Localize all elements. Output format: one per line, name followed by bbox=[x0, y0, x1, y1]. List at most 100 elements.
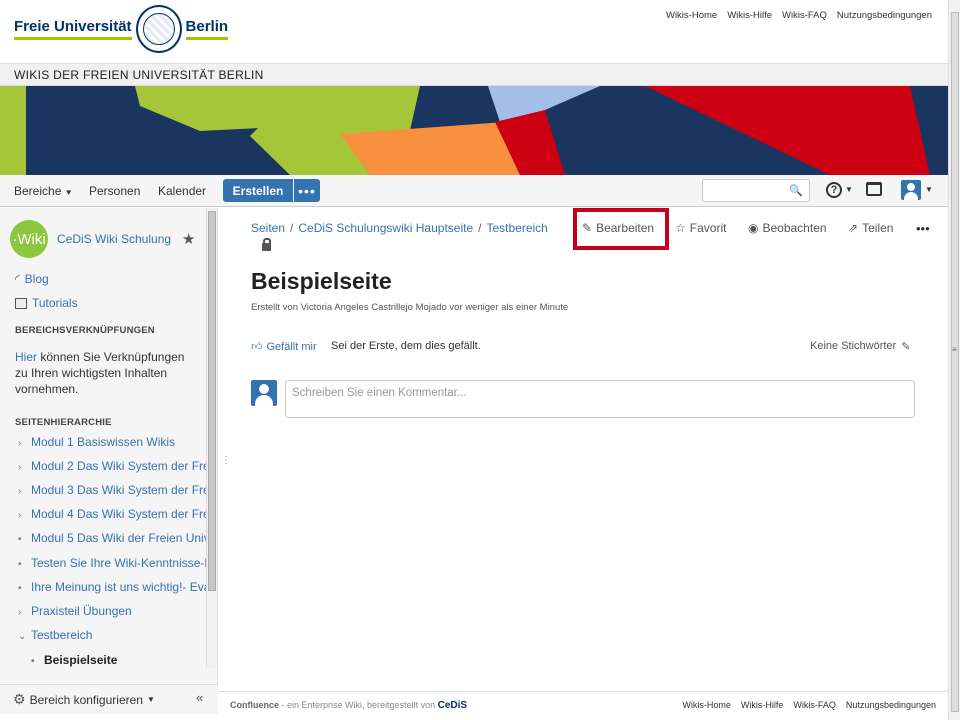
configure-space-label: Bereich konfigurieren bbox=[29, 692, 143, 707]
nav-spaces[interactable]: Bereiche ▼ bbox=[14, 184, 73, 198]
comment-input[interactable]: Schreiben Sie einen Kommentar... bbox=[285, 380, 915, 418]
create-more-button[interactable]: ••• bbox=[294, 179, 320, 202]
sidebar-scrollbar[interactable] bbox=[206, 208, 217, 668]
tree-item-label: Modul 2 Das Wiki System der Freien Unive… bbox=[31, 459, 206, 473]
favorite-button[interactable]: ☆ Favorit bbox=[675, 221, 726, 235]
share-button[interactable]: ⇗ Teilen bbox=[848, 221, 893, 235]
tree-item-label: Praxisteil Übungen bbox=[31, 604, 132, 618]
bullet-icon: • bbox=[31, 656, 35, 667]
tree-item[interactable]: › Modul 1 Basiswissen Wikis bbox=[18, 435, 206, 449]
tree-item[interactable]: • Ihre Meinung ist uns wichtig!- Evaluati… bbox=[18, 580, 206, 594]
window-scrollbar-thumb[interactable] bbox=[951, 12, 959, 712]
sidebar-item-label: Tutorials bbox=[32, 296, 78, 310]
footer-brand[interactable]: Confluence bbox=[230, 700, 279, 710]
bullet-icon: • bbox=[18, 534, 22, 545]
chevron-right-icon[interactable]: › bbox=[18, 438, 31, 449]
star-icon[interactable]: ★ bbox=[182, 230, 195, 248]
top-link-terms[interactable]: Nutzungsbedingungen bbox=[837, 10, 932, 21]
tree-item-label: Modul 4 Das Wiki System der Freien Unive… bbox=[31, 507, 206, 521]
like-button[interactable]: 👍︎ Gefällt mir bbox=[251, 340, 317, 354]
space-name-link[interactable]: CeDiS Wiki Schulung bbox=[57, 232, 171, 246]
tree-item-current[interactable]: • Beispielseite bbox=[31, 653, 219, 667]
tree-item[interactable]: ›Modul 2 Das Wiki System der Freien Univ… bbox=[18, 459, 206, 473]
footer-link-terms[interactable]: Nutzungsbedingungen bbox=[846, 700, 936, 710]
bullet-icon: • bbox=[18, 559, 22, 570]
comment-avatar bbox=[251, 380, 277, 406]
top-link-faq[interactable]: Wikis-FAQ bbox=[782, 10, 827, 21]
tree-item[interactable]: › Praxisteil Übungen bbox=[18, 604, 206, 618]
site-header: Freie Universität Berlin Wikis-Home Wiki… bbox=[0, 0, 948, 63]
shortcuts-hint-link[interactable]: Hier bbox=[15, 350, 37, 364]
tree-item[interactable]: • Testen Sie Ihre Wiki-Kenntnisse-NEU bbox=[18, 556, 206, 570]
page-tree-heading: SEITENHIERARCHIE bbox=[15, 417, 112, 428]
gear-icon: ⚙ bbox=[13, 691, 26, 707]
window-scrollbar[interactable]: ≡ bbox=[948, 0, 960, 720]
create-button[interactable]: Erstellen bbox=[223, 179, 293, 202]
tree-item-label: Modul 3 Das Wiki System der Freien Unive… bbox=[31, 483, 206, 497]
search-icon: 🔍 bbox=[789, 185, 803, 197]
pencil-icon: ✎ bbox=[901, 341, 911, 353]
fu-logo[interactable]: Freie Universität Berlin bbox=[14, 3, 229, 55]
configure-space-button[interactable]: ⚙ Bereich konfigurieren ▼ bbox=[13, 691, 155, 708]
edit-button[interactable]: ✎ Bearbeiten bbox=[582, 221, 654, 235]
share-label: Teilen bbox=[862, 221, 894, 235]
footer-link-home[interactable]: Wikis-Home bbox=[682, 700, 731, 710]
footer-links: Wikis-Home Wikis-Hilfe Wikis-FAQ Nutzung… bbox=[682, 700, 936, 710]
eye-icon: ◉ bbox=[748, 221, 759, 235]
shortcuts-hint: Hier können Sie Verknüpfungen zu Ihren w… bbox=[15, 349, 195, 397]
chevron-down-icon[interactable]: ⌄ bbox=[18, 631, 31, 642]
tree-item-expanded[interactable]: ⌄ Testbereich bbox=[18, 628, 206, 642]
tree-item-label: Testen Sie Ihre Wiki-Kenntnisse-NEU bbox=[31, 556, 206, 570]
breadcrumb-separator: / bbox=[290, 221, 294, 235]
space-logo[interactable]: ·Wiki bbox=[10, 220, 48, 258]
footer-provider-logo[interactable]: CeDiS bbox=[438, 700, 467, 711]
footer-link-help[interactable]: Wikis-Hilfe bbox=[741, 700, 784, 710]
labels-area[interactable]: Keine Stichwörter ✎ bbox=[810, 340, 910, 353]
user-avatar[interactable] bbox=[901, 180, 921, 200]
tree-item[interactable]: ›Modul 4 Das Wiki System der Freien Univ… bbox=[18, 507, 206, 521]
chevron-right-icon[interactable]: › bbox=[18, 510, 31, 521]
shortcuts-hint-text: können Sie Verknüpfungen zu Ihren wichti… bbox=[15, 350, 185, 396]
breadcrumb-item[interactable]: Testbereich bbox=[486, 221, 547, 235]
top-link-home[interactable]: Wikis-Home bbox=[666, 10, 717, 21]
breadcrumb-item[interactable]: CeDiS Schulungswiki Hauptseite bbox=[298, 221, 473, 235]
breadcrumb-item[interactable]: Seiten bbox=[251, 221, 285, 235]
pencil-icon: ✎ bbox=[582, 221, 593, 235]
sidebar-item-blog[interactable]: ◜ Blog bbox=[15, 272, 49, 286]
bullet-icon: • bbox=[18, 583, 22, 594]
sidebar-scrollbar-thumb[interactable] bbox=[208, 211, 216, 591]
wiki-title[interactable]: WIKIS DER FREIEN UNIVERSITÄT BERLIN bbox=[14, 68, 264, 82]
sidebar-item-tutorials[interactable]: Tutorials bbox=[15, 296, 78, 310]
inbox-icon[interactable] bbox=[866, 182, 882, 196]
breadcrumb: Seiten / CeDiS Schulungswiki Hauptseite … bbox=[251, 221, 548, 235]
help-icon[interactable]: ? bbox=[826, 181, 842, 198]
more-actions-button[interactable]: ••• bbox=[916, 221, 930, 236]
share-icon: ⇗ bbox=[848, 221, 859, 235]
user-chevron-icon: ▼ bbox=[925, 185, 933, 194]
search-input[interactable]: 🔍 bbox=[702, 179, 810, 202]
chevron-right-icon[interactable]: › bbox=[18, 486, 31, 497]
sidebar-resize-handle[interactable]: ⋮ bbox=[221, 455, 231, 466]
favorite-label: Favorit bbox=[689, 221, 727, 235]
nav-people[interactable]: Personen bbox=[89, 184, 140, 198]
like-label: Gefällt mir bbox=[266, 340, 317, 353]
sidebar-item-label: Blog bbox=[24, 272, 49, 286]
help-label: ? bbox=[826, 182, 842, 198]
nav-calendar[interactable]: Kalender bbox=[158, 184, 206, 198]
chevron-right-icon[interactable]: › bbox=[18, 462, 31, 473]
page-byline: Erstellt von Victoria Angeles Castrillej… bbox=[251, 302, 569, 313]
top-links: Wikis-Home Wikis-Hilfe Wikis-FAQ Nutzung… bbox=[666, 10, 932, 21]
tutorials-icon bbox=[15, 297, 27, 309]
footer-credit: Confluence - ein Enterprise Wiki, bereit… bbox=[230, 700, 467, 711]
footer-link-faq[interactable]: Wikis-FAQ bbox=[793, 700, 836, 710]
header-banner bbox=[0, 86, 948, 175]
top-link-help[interactable]: Wikis-Hilfe bbox=[727, 10, 772, 21]
chevron-right-icon[interactable]: › bbox=[18, 607, 31, 618]
unlock-icon[interactable] bbox=[262, 238, 271, 251]
watch-button[interactable]: ◉ Beobachten bbox=[748, 221, 827, 235]
star-outline-icon: ☆ bbox=[675, 221, 686, 235]
collapse-sidebar-icon[interactable]: « bbox=[196, 690, 203, 705]
help-chevron-icon: ▼ bbox=[845, 185, 853, 194]
tree-item[interactable]: ›Modul 3 Das Wiki System der Freien Univ… bbox=[18, 483, 206, 497]
tree-item[interactable]: • Modul 5 Das Wiki der Freien Universität bbox=[18, 531, 206, 545]
